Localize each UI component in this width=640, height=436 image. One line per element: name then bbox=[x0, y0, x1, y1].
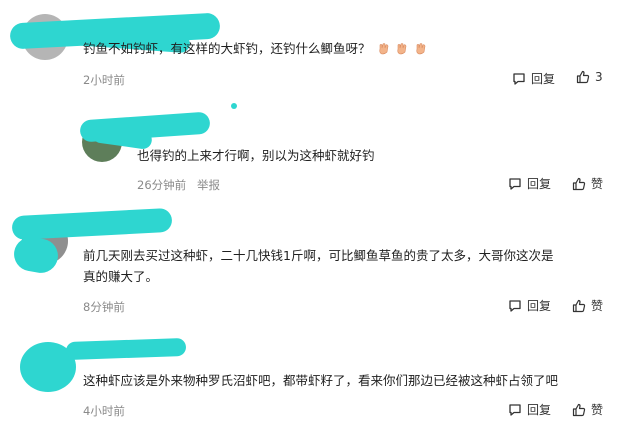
comment-bubble-icon bbox=[509, 177, 521, 190]
comment-text-line-1: 前几天刚去买过这种虾，二十几快钱1斤啊，可比鲫鱼草鱼的贵了太多，大哥你这次是 bbox=[83, 248, 554, 263]
reply-label: 回复 bbox=[531, 72, 556, 86]
comment-text: 这种虾应该是外来物种罗氏沼虾吧，都带虾籽了，看来你们那边已经被这种虾占领了吧 bbox=[83, 373, 559, 388]
comment-text-line-2: 真的赚大了。 bbox=[83, 269, 159, 284]
comment-text-content: 钓鱼不如钓虾，有这样的大虾钓，还钓什么鲫鱼呀？ bbox=[83, 41, 371, 56]
comment-text: 钓鱼不如钓虾，有这样的大虾钓，还钓什么鲫鱼呀？ bbox=[83, 38, 427, 59]
comment-time: 26分钟前 bbox=[137, 178, 187, 192]
thumbs-up-icon bbox=[572, 299, 586, 312]
reply-button[interactable]: 回复 bbox=[508, 175, 551, 192]
redaction-dot bbox=[231, 103, 237, 109]
reply-button[interactable]: 回复 bbox=[512, 70, 555, 87]
thumbs-up-icon bbox=[572, 177, 586, 190]
like-button[interactable]: 赞 bbox=[572, 297, 603, 314]
report-link[interactable]: 举报 bbox=[197, 177, 220, 193]
clap-emoji-icon bbox=[395, 40, 408, 55]
reply-label: 回复 bbox=[527, 403, 552, 417]
clap-emoji-icon bbox=[414, 40, 427, 55]
like-label: 赞 bbox=[591, 299, 604, 313]
like-button[interactable]: 赞 bbox=[572, 175, 603, 192]
redacted-username bbox=[65, 337, 187, 361]
comment-time: 2小时前 bbox=[83, 73, 125, 87]
reply-button[interactable]: 回复 bbox=[508, 401, 551, 418]
clap-emoji-icon bbox=[377, 40, 390, 55]
like-count: 3 bbox=[595, 70, 603, 84]
reply-button[interactable]: 回复 bbox=[508, 297, 551, 314]
like-button[interactable]: 3 bbox=[576, 70, 603, 84]
redacted-username bbox=[11, 207, 173, 241]
like-label: 赞 bbox=[591, 403, 604, 417]
comment-time: 4小时前 bbox=[83, 404, 125, 418]
comment-bubble-icon bbox=[509, 299, 521, 312]
reply-label: 回复 bbox=[527, 177, 552, 191]
comment-bubble-icon bbox=[513, 72, 525, 85]
thumbs-up-icon bbox=[576, 70, 590, 84]
like-label: 赞 bbox=[591, 177, 604, 191]
comment-bubble-icon bbox=[509, 403, 521, 416]
comment-text: 也得钓的上来才行啊，别以为这种虾就好钓 bbox=[137, 148, 375, 163]
thumbs-up-icon bbox=[572, 403, 586, 416]
like-button[interactable]: 赞 bbox=[572, 401, 603, 418]
comment-time: 8分钟前 bbox=[83, 300, 125, 314]
reply-label: 回复 bbox=[527, 299, 552, 313]
